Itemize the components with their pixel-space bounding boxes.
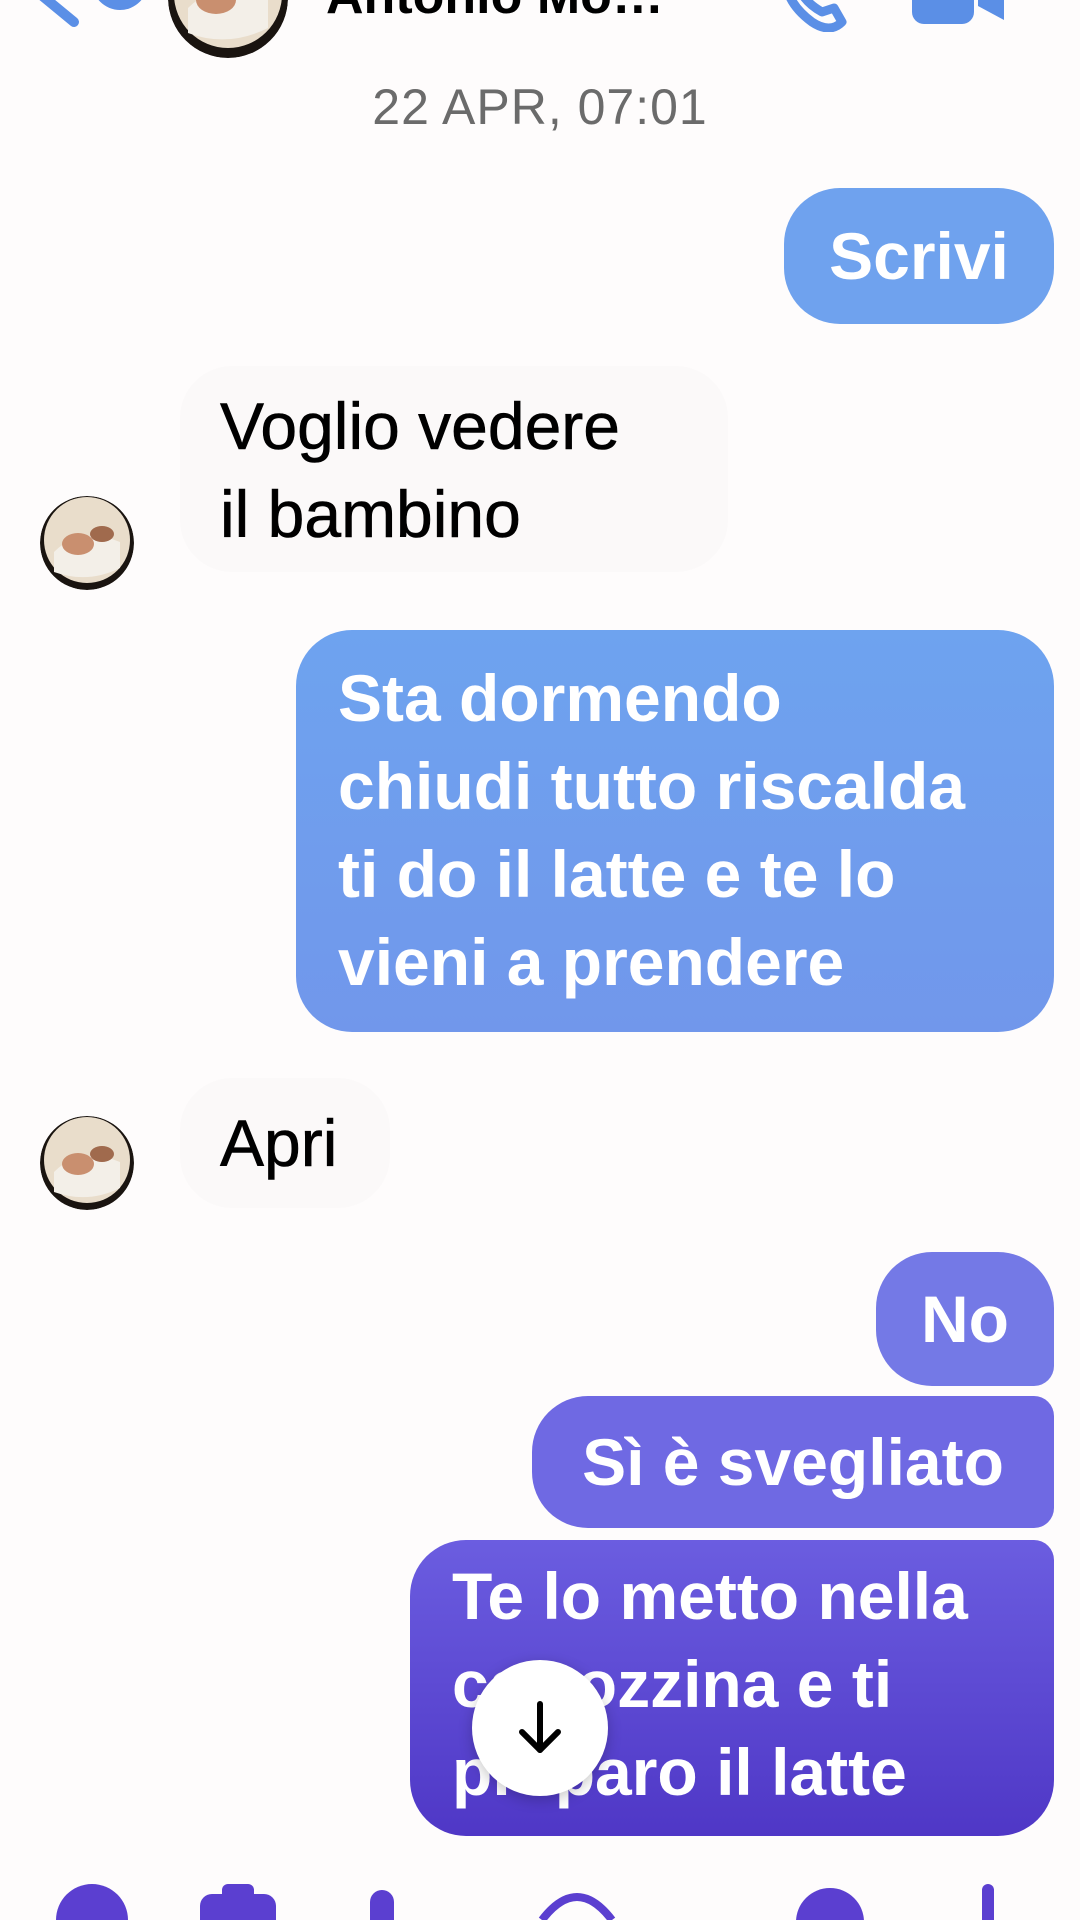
message-line: vieni a prendere [338,925,845,999]
message-line: Voglio vedere [220,389,621,464]
contact-avatar[interactable] [168,0,288,58]
avatar-photo [168,0,288,58]
outgoing-message[interactable]: Sì è svegliato [532,1396,1054,1528]
camera-icon[interactable] [196,1880,280,1920]
call-button[interactable] [778,0,850,33]
message-text: Scrivi [829,219,1009,293]
contact-name[interactable]: Antonio Mo… [326,0,664,22]
sender-avatar[interactable] [40,1116,134,1210]
outgoing-message[interactable]: Sta dormendo chiudi tutto riscalda ti do… [296,630,1054,1032]
outgoing-message[interactable]: Scrivi [784,188,1054,324]
video-camera-icon [912,0,1004,24]
avatar-photo [40,496,134,590]
message-line: chiudi tutto riscalda [338,749,966,823]
incoming-message[interactable]: Voglio vedere il bambino [180,366,728,572]
message-composer [0,1870,1080,1920]
incoming-message[interactable]: Apri [180,1078,390,1208]
message-timestamp: 22 APR, 07:01 [372,79,708,135]
plus-circle-icon[interactable] [52,1880,132,1920]
message-line: il bambino [220,477,521,552]
message-line: Sta dormendo [338,661,782,735]
gallery-icon[interactable] [362,1880,402,1920]
scroll-to-bottom-button[interactable] [472,1660,608,1796]
message-text: No [921,1282,1009,1356]
message-line: ti do il latte e te lo [338,837,896,911]
back-button[interactable] [30,0,150,40]
phone-icon [786,0,847,33]
avatar-photo [40,1116,134,1210]
chat-header: Antonio Mo… [0,0,1080,70]
arrow-down-icon [519,1701,561,1753]
sender-avatar[interactable] [40,496,134,590]
message-text: Sì è svegliato [582,1425,1004,1499]
chevron-left-icon [39,0,142,27]
video-call-button[interactable] [912,0,1012,30]
thumbs-up-icon[interactable] [966,1880,1016,1920]
message-text: Apri [220,1106,338,1181]
outgoing-message[interactable]: No [876,1252,1054,1386]
message-line: Te lo metto nella [452,1559,968,1633]
mic-icon[interactable] [532,1880,622,1920]
emoji-icon[interactable] [790,1880,870,1920]
chat-screen: Antonio Mo… 22 APR, 07:01 Scrivi Voglio [0,0,1080,1920]
